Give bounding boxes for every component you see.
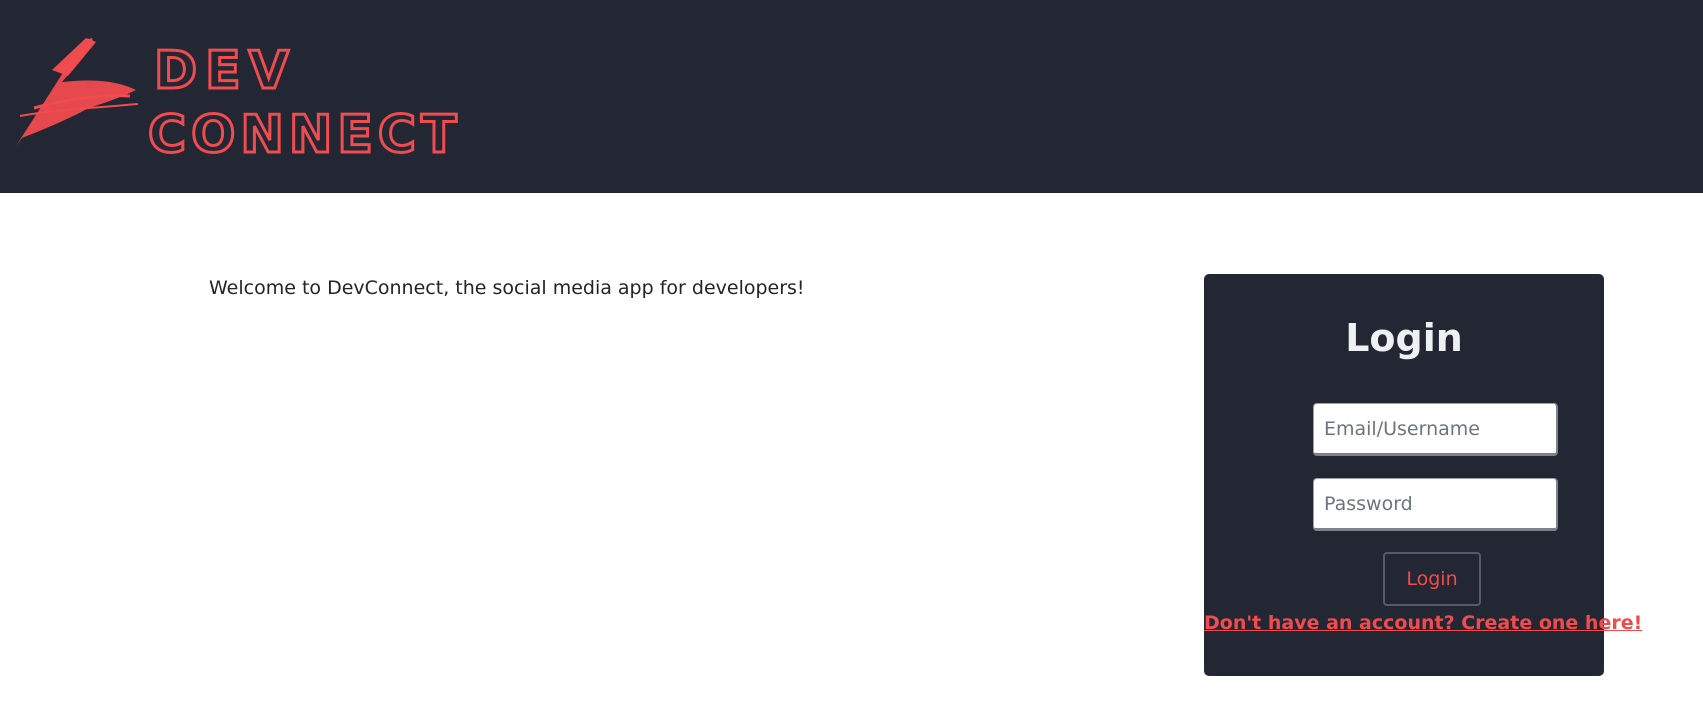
- login-card: Login Login Don't have an account? Creat…: [1204, 274, 1642, 676]
- welcome-message: Welcome to DevConnect, the social media …: [209, 277, 805, 299]
- logo-text-line1: DEV: [154, 41, 297, 101]
- logo-text-line2: CONNECT: [148, 105, 462, 160]
- devconnect-logo[interactable]: DEV CONNECT: [12, 30, 462, 160]
- create-account-link[interactable]: Don't have an account? Create one here!: [1204, 612, 1642, 634]
- password-input[interactable]: [1313, 478, 1558, 531]
- app-header: DEV CONNECT: [0, 0, 1703, 193]
- login-title: Login: [1345, 316, 1463, 360]
- login-button[interactable]: Login: [1383, 552, 1481, 606]
- pen-logo-icon: DEV CONNECT: [16, 38, 462, 160]
- email-username-input[interactable]: [1313, 403, 1558, 456]
